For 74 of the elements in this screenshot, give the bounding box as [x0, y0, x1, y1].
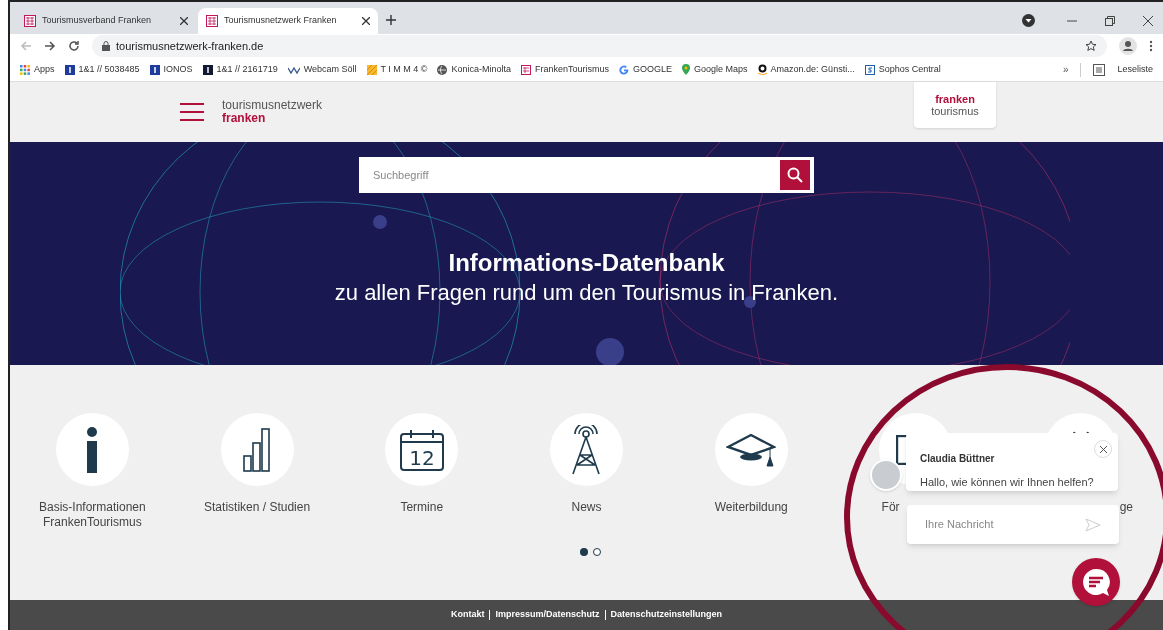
category-label[interactable]: För — [833, 500, 900, 515]
map-pin-icon — [682, 64, 691, 75]
reading-list-button[interactable]: Leseliste — [1117, 62, 1153, 77]
brand-name: tourismusnetzwerk — [222, 99, 323, 112]
category-label[interactable]: Basis-Informationen FrankenTourismus — [17, 500, 168, 530]
close-tab-icon[interactable] — [362, 17, 370, 25]
s-square-icon — [864, 64, 875, 75]
info-icon — [85, 426, 100, 473]
bookmark-link[interactable]: Konica-Minolta — [437, 62, 511, 77]
bookmark-link[interactable]: Apps — [20, 62, 55, 77]
bookmark-link[interactable]: FrankenTourismus — [521, 62, 610, 77]
search-bar[interactable]: Suchbegriff — [359, 157, 814, 193]
more-bookmarks-button[interactable]: » — [1062, 62, 1069, 77]
message-field[interactable]: Ihre Nachricht — [925, 516, 1085, 533]
globe-icon — [437, 64, 448, 75]
bookmark-link[interactable]: GOOGLE — [619, 62, 673, 77]
url-text[interactable]: tourismusnetzwerk-franken.de — [116, 37, 264, 55]
restore-icon[interactable] — [1105, 16, 1115, 26]
footer-link[interactable]: Impressum/Datenschutz — [495, 608, 600, 622]
hero-title: Informations-Datenbank — [448, 248, 725, 278]
browser-tab[interactable]: Tourismusnetzwerk Franken — [198, 8, 378, 34]
calendar-day: 12 — [409, 445, 435, 470]
search-button[interactable] — [780, 160, 810, 190]
profile-icon[interactable] — [1119, 37, 1137, 55]
bookmark-link[interactable]: Google Maps — [682, 62, 748, 77]
tab-favicon-icon — [206, 15, 218, 27]
chat-bubble-icon — [1081, 567, 1111, 597]
search-field[interactable]: Suchbegriff — [373, 166, 780, 184]
reading-list-icon — [1093, 63, 1106, 76]
bookmark-link[interactable]: IONOS — [149, 62, 193, 77]
bookmark-link[interactable]: Webcam Söll — [287, 62, 357, 77]
category-label[interactable]: Weiterbildung — [714, 500, 788, 515]
menu-icon[interactable] — [180, 103, 204, 121]
forward-icon[interactable] — [44, 40, 56, 52]
address-bar[interactable]: tourismusnetzwerk-franken.de — [92, 35, 1107, 57]
grid-icon — [20, 64, 30, 75]
bookmark-square-icon — [64, 64, 75, 75]
bookmark-square-icon — [149, 64, 160, 75]
close-tab-icon[interactable] — [180, 17, 188, 25]
star-icon[interactable] — [1085, 40, 1097, 52]
logo-card[interactable]: franken tourismus — [914, 82, 996, 128]
brand-name: franken — [222, 112, 267, 125]
chat-message: Hallo, wie können wir Ihnen helfen? — [920, 475, 1095, 490]
menu-dots-icon[interactable] — [1149, 40, 1153, 52]
agent-name: Claudia Büttner — [920, 453, 995, 464]
close-window-icon[interactable] — [1143, 16, 1153, 26]
bookmark-square-icon — [202, 64, 213, 75]
wave-icon — [287, 65, 300, 74]
message-dialog[interactable]: Ihre Nachricht — [907, 505, 1119, 544]
bookmark-link[interactable]: 1&1 // 2161719 — [202, 62, 278, 77]
footer-link[interactable]: Datenschutzeinstellungen — [610, 608, 722, 622]
footer-link[interactable]: Kontakt — [450, 608, 485, 622]
category-label[interactable]: Termine — [400, 500, 444, 515]
category-label[interactable]: News — [571, 500, 602, 515]
tab-favicon-icon — [24, 15, 36, 27]
bookmark-link[interactable]: 1&1 // 5038485 — [64, 62, 140, 77]
bookmark-link[interactable]: Sophos Central — [864, 62, 941, 77]
graduation-cap-icon — [726, 432, 777, 467]
lock-icon — [102, 41, 110, 51]
bookmark-link[interactable]: Amazon.de: Günsti... — [757, 62, 855, 77]
close-icon — [1099, 445, 1107, 453]
category-button[interactable]: 12 — [385, 413, 459, 486]
striped-square-icon — [366, 64, 377, 75]
bar-chart-icon — [243, 427, 272, 472]
g-letter-icon — [619, 64, 630, 75]
category-label[interactable]: ge — [1119, 500, 1163, 515]
hero-subtitle: zu allen Fragen rund um den Tourismus in Franken. — [334, 279, 839, 307]
search-icon — [787, 167, 803, 183]
extension-icon[interactable] — [1022, 14, 1035, 27]
new-tab-icon[interactable] — [386, 15, 396, 25]
category-label[interactable]: Statistiken / Studien — [204, 500, 311, 515]
bookmark-favicon-icon — [521, 64, 531, 75]
bookmark-link[interactable]: T I M M 4 © — [366, 62, 428, 77]
reload-icon[interactable] — [68, 40, 80, 52]
